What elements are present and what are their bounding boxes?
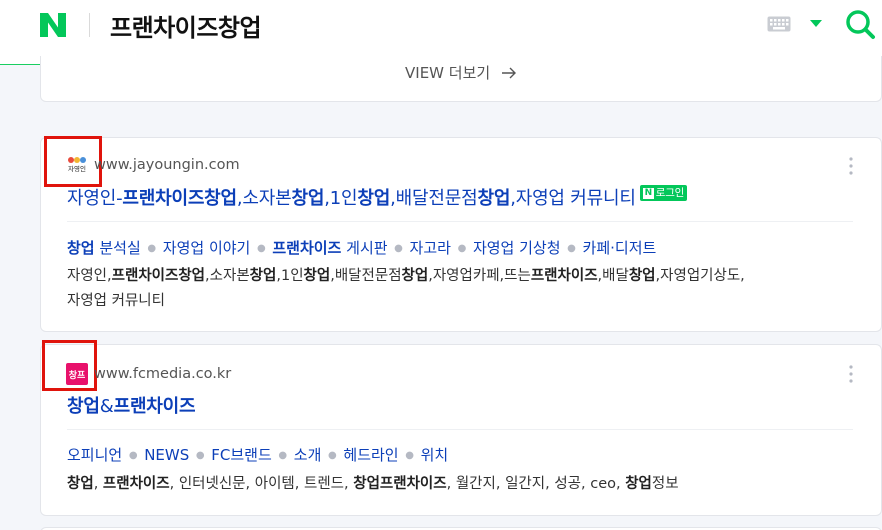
desc-part: ,배달전문점 — [330, 268, 402, 284]
sitelink[interactable]: 오피니언 — [67, 444, 122, 465]
desc-part: , 월간지, 일간지, 성공, ceo, — [446, 476, 626, 492]
desc-part: ,배달 — [597, 268, 629, 284]
sitelink[interactable]: 자영업 이야기 — [163, 237, 251, 258]
desc-part: 창업 — [625, 476, 652, 492]
desc-part: 창업 — [249, 268, 277, 284]
more-vertical-icon[interactable] — [848, 364, 854, 384]
desc-part: 프랜차이즈 — [102, 476, 170, 492]
title-part[interactable]: & — [100, 396, 114, 417]
site-url[interactable]: www.jayoungin.com — [94, 157, 240, 173]
sitelink[interactable]: 프랜차이즈 게시판 — [272, 237, 387, 258]
desc-part: 정보 — [651, 476, 679, 492]
sitelink[interactable]: NEWS — [144, 446, 189, 464]
sitelink-part[interactable]: 프랜차이즈 — [272, 239, 341, 257]
desc-part: 창업 — [628, 268, 656, 284]
desc-part: ,1인 — [276, 268, 304, 284]
sitelink[interactable]: 자고라 — [410, 237, 451, 258]
header-divider — [89, 13, 90, 37]
result-title[interactable]: 자영인-프랜차이즈창업,소자본창업,1인창업,배달전문점창업,자영업 커뮤니티 N… — [67, 184, 688, 210]
divider — [67, 221, 853, 222]
search-result-card: 자영인 www.jayoungin.com 자영인-프랜차이즈창업,소자본창업,… — [40, 136, 882, 332]
bullet-separator: ● — [457, 243, 467, 254]
desc-part: 창업프랜차이즈 — [353, 476, 447, 492]
title-part[interactable]: 프랜차이즈창업 — [122, 188, 237, 209]
more-vertical-icon[interactable] — [848, 156, 854, 176]
desc-line: 창업, 프랜차이즈, 인터넷신문, 아이템, 트렌드, 창업프랜차이즈, 월간지… — [67, 472, 679, 497]
naver-n-badge-icon: N — [642, 187, 654, 199]
desc-part: 자영인, — [67, 268, 112, 284]
divider — [67, 429, 853, 430]
site-url[interactable]: www.fcmedia.co.kr — [94, 366, 231, 382]
caret-down-icon[interactable] — [810, 20, 822, 28]
desc-part: 프랜차이즈창업 — [111, 268, 206, 284]
desc-part: ,자영업기상도, — [655, 268, 745, 284]
sitelink[interactable]: 헤드라인 — [343, 444, 398, 465]
desc-line: 자영업 커뮤니티 — [67, 289, 745, 314]
result-title[interactable]: 창업&프랜차이즈 — [67, 392, 196, 418]
bullet-separator: ● — [278, 450, 288, 461]
bullet-separator: ● — [256, 243, 266, 254]
search-query-text[interactable]: 프랜차이즈창업 — [110, 8, 262, 43]
title-part[interactable]: ,자영업 커뮤니티 — [510, 188, 636, 209]
desc-part: 프랜차이즈 — [530, 268, 598, 284]
desc-line: 자영인,프랜차이즈창업,소자본창업,1인창업,배달전문점창업,자영업카페,뜨는프… — [67, 264, 745, 289]
highlight-box — [42, 340, 97, 391]
search-result-card: 창프 www.fcmedia.co.kr 창업&프랜차이즈 오피니언 ● NEWS ●… — [40, 340, 882, 516]
sitelink-part[interactable]: 창업 — [67, 239, 95, 257]
sitelink[interactable]: FC브랜드 — [211, 444, 272, 465]
desc-part: 창업 — [401, 268, 429, 284]
desc-part: ,소자본 — [205, 268, 250, 284]
title-part[interactable]: ,소자본 — [237, 188, 292, 209]
title-part[interactable]: 창업 — [292, 188, 325, 209]
desc-part: 창업 — [67, 476, 94, 492]
view-more-link[interactable]: VIEW 더보기 — [41, 62, 881, 83]
bullet-separator: ● — [328, 450, 337, 461]
result-description: 창업, 프랜차이즈, 인터넷신문, 아이템, 트렌드, 창업프랜차이즈, 월간지… — [67, 472, 679, 497]
desc-part: , 인터넷신문, 아이템, 트렌드, — [169, 476, 354, 492]
title-part[interactable]: 창업 — [357, 188, 390, 209]
sitelink-part[interactable]: 게시판 — [341, 239, 387, 257]
login-badge-label: 로그인 — [655, 187, 685, 199]
sitelink-part[interactable]: 분석실 — [95, 239, 140, 257]
bullet-separator: ● — [394, 243, 403, 254]
login-badge: N 로그인 — [639, 185, 688, 201]
result-description: 자영인,프랜차이즈창업,소자본창업,1인창업,배달전문점창업,자영업카페,뜨는프… — [67, 264, 745, 314]
title-part[interactable]: ,배달전문점 — [390, 188, 478, 209]
view-more-label[interactable]: VIEW 더보기 — [405, 64, 490, 82]
desc-part: 자영업 커뮤니티 — [67, 293, 165, 309]
keyboard-icon[interactable] — [767, 16, 791, 32]
title-part[interactable]: ,1인 — [324, 188, 357, 209]
sitelink[interactable]: 소개 — [294, 444, 322, 465]
sitelink[interactable]: 위치 — [421, 444, 449, 465]
desc-part: ,자영업카페,뜨는 — [428, 268, 531, 284]
title-part[interactable]: 프랜차이즈 — [114, 396, 196, 417]
naver-logo-icon[interactable] — [38, 10, 68, 40]
view-more-card: VIEW 더보기 — [40, 56, 882, 102]
sitelink[interactable]: 카페·디저트 — [583, 237, 657, 258]
desc-part: 창업 — [303, 268, 331, 284]
search-icon[interactable] — [844, 8, 876, 40]
sitelinks: 오피니언 ● NEWS ● FC브랜드 ● 소개 ● 헤드라인 ● 위치 — [67, 444, 448, 465]
bullet-separator: ● — [405, 450, 414, 461]
desc-part: , — [93, 476, 103, 492]
title-part[interactable]: 자영인- — [67, 188, 123, 209]
bullet-separator: ● — [195, 450, 205, 461]
title-part[interactable]: 창업 — [67, 396, 100, 417]
bullet-separator: ● — [128, 450, 138, 461]
sitelink[interactable]: 자영업 기상청 — [473, 237, 561, 258]
bullet-separator: ● — [147, 243, 157, 254]
arrow-right-icon — [501, 67, 516, 79]
bullet-separator: ● — [567, 243, 576, 254]
sitelink[interactable]: 창업 분석실 — [67, 237, 141, 258]
sitelinks: 창업 분석실 ● 자영업 이야기 ● 프랜차이즈 게시판 ● 자고라 ● 자영업 기상청 ● 카페·… — [67, 237, 656, 258]
title-part[interactable]: 창업 — [477, 188, 510, 209]
